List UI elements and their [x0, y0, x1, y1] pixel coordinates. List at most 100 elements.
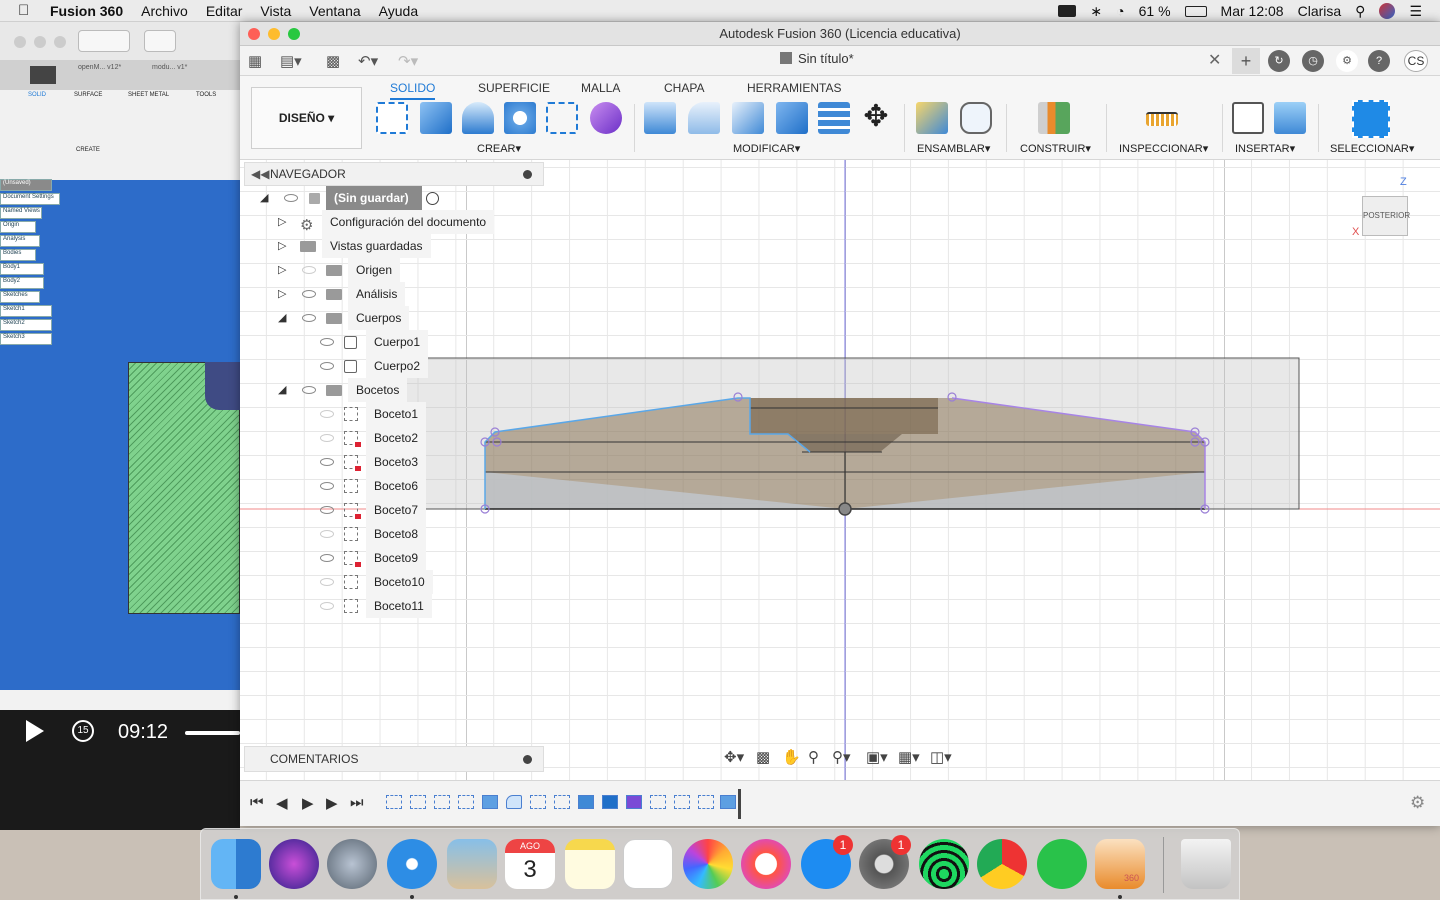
collapse-navigator-icon[interactable]: ◀◀ — [251, 163, 269, 185]
tree-item-bodies[interactable]: ◢ Cuerpos — [244, 306, 544, 330]
spotlight-icon[interactable]: ⚲ — [1355, 3, 1365, 20]
tree-item-body2[interactable]: Cuerpo2 — [244, 354, 544, 378]
tree-item-origin[interactable]: ▷ Origen — [244, 258, 544, 282]
hidden-eye-icon[interactable] — [320, 410, 334, 418]
battery-percent[interactable]: 61 % — [1139, 3, 1171, 19]
tab-superficie[interactable]: SUPERFICIE — [478, 81, 550, 95]
timeline-combine-icon[interactable] — [602, 795, 618, 809]
tree-item-sketch1[interactable]: Boceto1 — [244, 402, 544, 426]
tab-malla[interactable]: MALLA — [581, 81, 620, 95]
close-window-button[interactable] — [248, 28, 260, 40]
maximize-window-button[interactable] — [288, 28, 300, 40]
siri-app-icon[interactable] — [269, 839, 319, 889]
visibility-eye-icon[interactable] — [320, 458, 334, 466]
expanded-icon[interactable]: ◢ — [260, 186, 268, 210]
sidebar-toggle-button[interactable] — [144, 30, 176, 52]
spotify-icon[interactable] — [919, 839, 969, 889]
tree-item-document-settings[interactable]: ▷ ⚙ Configuración del documento — [244, 210, 544, 234]
bluetooth-icon[interactable]: ∗ — [1090, 3, 1102, 20]
notification-center-icon[interactable]: ☰ — [1409, 3, 1422, 20]
group-insertar[interactable]: INSERTAR▾ — [1235, 142, 1295, 155]
hidden-eye-icon[interactable] — [302, 266, 316, 274]
timeline-sketch-icon[interactable] — [650, 795, 666, 809]
visibility-eye-icon[interactable] — [302, 314, 316, 322]
battery-icon[interactable] — [1184, 5, 1207, 17]
revolve-icon[interactable] — [462, 102, 494, 134]
rewind-15-icon[interactable]: 15 — [72, 720, 94, 742]
group-inspeccionar[interactable]: INSPECCIONAR▾ — [1119, 142, 1208, 155]
create-form-icon[interactable] — [590, 102, 622, 134]
pan-hand-icon[interactable]: ✋ — [782, 748, 801, 766]
menu-vista[interactable]: Vista — [251, 3, 300, 19]
back-forward-buttons[interactable] — [78, 30, 130, 52]
launchpad-icon[interactable] — [327, 839, 377, 889]
viewports-icon[interactable]: ◫▾ — [930, 748, 952, 766]
close-tab-icon[interactable]: ✕ — [1208, 50, 1221, 70]
fillet-icon[interactable] — [688, 102, 720, 134]
active-radio-icon[interactable] — [426, 192, 439, 205]
help-icon[interactable]: ? — [1368, 50, 1390, 72]
document-tab[interactable]: Sin título* — [780, 51, 854, 66]
timeline-sketch-icon[interactable] — [434, 795, 450, 809]
preview-icon[interactable] — [447, 839, 497, 889]
timeline-settings-gear-icon[interactable]: ⚙ — [1410, 793, 1425, 813]
go-to-start-icon[interactable]: ⏮ — [250, 794, 264, 811]
collapsed-icon[interactable]: ▷ — [278, 282, 286, 306]
tree-root[interactable]: ◢ (Sin guardar) — [244, 186, 544, 210]
fusion-360-icon[interactable]: 360 — [1095, 839, 1145, 889]
viewcube[interactable]: POSTERIOR — [1362, 196, 1410, 236]
data-panel-grid-icon[interactable]: ▦ — [248, 52, 262, 70]
sweep-icon[interactable] — [504, 102, 536, 134]
trash-icon[interactable] — [1181, 839, 1231, 889]
chamfer-icon[interactable] — [732, 102, 764, 134]
notes-icon[interactable] — [565, 839, 615, 889]
workspace-switcher[interactable]: DISEÑO ▾ — [251, 87, 362, 149]
step-back-icon[interactable]: ◀ — [276, 794, 288, 812]
tree-item-saved-views[interactable]: ▷ Vistas guardadas — [244, 234, 544, 258]
group-modificar[interactable]: MODIFICAR▾ — [733, 142, 800, 155]
reminders-icon[interactable] — [623, 839, 673, 889]
group-construir[interactable]: CONSTRUIR▾ — [1020, 142, 1091, 155]
grid-settings-icon[interactable]: ▦▾ — [898, 748, 920, 766]
group-ensamblar[interactable]: ENSAMBLAR▾ — [917, 142, 990, 155]
shell-icon[interactable] — [776, 102, 808, 134]
apple-icon[interactable]:  — [18, 2, 46, 19]
new-tab-button[interactable]: + — [1232, 48, 1260, 74]
timeline-revolve-icon[interactable] — [720, 795, 736, 809]
joint-icon[interactable] — [960, 102, 992, 134]
timeline-extrude-icon[interactable] — [578, 795, 594, 809]
display-settings-icon[interactable]: ▣▾ — [866, 748, 888, 766]
play-icon[interactable]: ▶ — [302, 794, 314, 812]
video-progress-bar[interactable] — [185, 731, 240, 735]
fit-icon[interactable]: ⚲▾ — [832, 748, 851, 766]
menubar-user[interactable]: Clarisa — [1298, 3, 1342, 19]
video-play-icon[interactable] — [26, 720, 44, 742]
navigator-header[interactable]: ◀◀ NAVEGADOR — [244, 162, 544, 186]
tree-item-sketch6[interactable]: Boceto6 — [244, 474, 544, 498]
zoom-icon[interactable]: ⚲ — [808, 748, 819, 766]
extensions-icon[interactable]: ↻ — [1268, 50, 1290, 72]
comments-panel-header[interactable]: COMENTARIOS — [244, 746, 544, 772]
combine-icon[interactable] — [818, 102, 850, 134]
group-crear[interactable]: CREAR▾ — [477, 142, 521, 155]
expanded-icon[interactable]: ◢ — [278, 378, 286, 402]
hidden-eye-icon[interactable] — [320, 602, 334, 610]
offset-plane-icon[interactable] — [1038, 102, 1070, 134]
orbit-icon[interactable]: ✥▾ — [724, 748, 744, 766]
job-status-icon[interactable]: ◷ — [1302, 50, 1324, 72]
timeline-sketch-icon[interactable] — [410, 795, 426, 809]
new-component-icon[interactable] — [916, 102, 948, 134]
save-icon[interactable]: ▩ — [326, 52, 340, 70]
visibility-eye-icon[interactable] — [302, 386, 316, 394]
timeline-marker[interactable] — [738, 789, 741, 819]
tab-herramientas[interactable]: HERRAMIENTAS — [747, 81, 841, 95]
tab-chapa[interactable]: CHAPA — [664, 81, 704, 95]
chrome-icon[interactable] — [977, 839, 1027, 889]
create-sketch-icon[interactable] — [376, 102, 408, 134]
timeline-revolve-icon[interactable] — [482, 795, 498, 809]
minimize-window-button[interactable] — [268, 28, 280, 40]
tab-solido[interactable]: SOLIDO — [390, 81, 436, 100]
user-avatar[interactable]: CS — [1404, 50, 1428, 72]
press-pull-icon[interactable] — [644, 102, 676, 134]
tree-item-sketch3[interactable]: Boceto3 — [244, 450, 544, 474]
